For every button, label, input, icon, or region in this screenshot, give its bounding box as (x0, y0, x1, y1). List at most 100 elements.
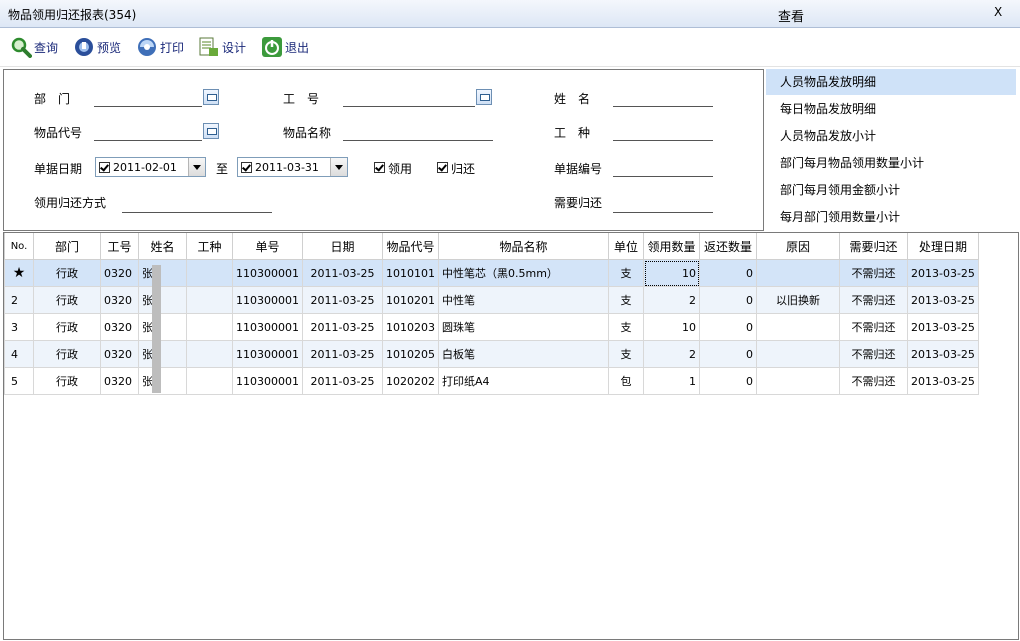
report-list: 人员物品发放明细 每日物品发放明细 人员物品发放小计 部门每月物品领用数量小计 … (764, 69, 1018, 229)
name-label: 姓 名 (554, 92, 591, 106)
to-label: 至 (216, 162, 229, 176)
column-header[interactable]: 需要归还 (839, 233, 908, 260)
close-button[interactable]: X (994, 5, 1002, 19)
cell-itemcode: 1010203 (382, 313, 439, 341)
table-row[interactable]: 5 行政 0320 张 110300001 2011-03-25 1020202… (4, 367, 979, 395)
power-icon (261, 36, 283, 58)
itemcode-picker-icon[interactable] (203, 123, 219, 139)
column-header[interactable]: 工号 (100, 233, 139, 260)
results-table: No. 部门 工号 姓名 工种 单号 日期 物品代号 物品名称 单位 领用数量 … (4, 233, 979, 395)
cell-unit: 支 (608, 313, 644, 341)
cell-docno: 110300001 (232, 286, 303, 314)
cell-need-return: 不需归还 (839, 259, 908, 287)
query-button[interactable]: 查询 (10, 34, 58, 60)
column-header[interactable]: 单号 (232, 233, 303, 260)
cell-unit: 包 (608, 367, 644, 395)
column-header[interactable]: 处理日期 (907, 233, 979, 260)
toolbar: 查询 预览 打印 设计 退出 (0, 28, 1020, 67)
column-header[interactable]: 单位 (608, 233, 644, 260)
column-header[interactable]: 领用数量 (643, 233, 700, 260)
cell-process-date: 2013-03-25 (907, 313, 979, 341)
cell-name: 张 (138, 367, 187, 395)
design-icon (198, 36, 220, 58)
date-from-checkbox[interactable] (99, 161, 110, 173)
report-item[interactable]: 人员物品发放明细 (766, 69, 1016, 95)
column-header[interactable]: 日期 (302, 233, 383, 260)
design-button[interactable]: 设计 (198, 34, 246, 60)
empno-picker-icon[interactable] (476, 89, 492, 105)
column-header[interactable]: 原因 (756, 233, 840, 260)
method-input[interactable] (122, 196, 272, 213)
docno-input[interactable] (613, 160, 713, 177)
cell-date: 2011-03-25 (302, 259, 383, 287)
title-bar: 物品领用归还报表(354) 查看 X (0, 0, 1020, 28)
date-to-picker[interactable]: 2011-03-31 (237, 157, 348, 177)
date-to-value: 2011-03-31 (255, 160, 319, 174)
column-header[interactable]: 部门 (33, 233, 101, 260)
itemcode-input[interactable] (94, 124, 202, 141)
needreturn-input[interactable] (613, 196, 713, 213)
dept-input[interactable] (94, 90, 202, 107)
query-panel: 部 门 工 号 姓 名 物品代号 物品名称 工 种 单据日期 2011-02-0… (3, 69, 764, 231)
column-header[interactable]: 物品名称 (438, 233, 609, 260)
report-item[interactable]: 部门每月领用金额小计 (766, 177, 1016, 203)
borrow-checkbox[interactable]: 领用 (374, 160, 412, 177)
name-input[interactable] (613, 90, 713, 107)
cell-docno: 110300001 (232, 367, 303, 395)
report-item[interactable]: 每月部门领用数量小计 (766, 204, 1016, 230)
view-label: 查看 (778, 10, 805, 25)
column-header[interactable]: No. (4, 233, 34, 260)
date-from-value: 2011-02-01 (113, 160, 177, 174)
cell-return-qty: 0 (699, 313, 757, 341)
cell-date: 2011-03-25 (302, 367, 383, 395)
cell-worktype (186, 367, 233, 395)
chevron-down-icon[interactable] (330, 158, 347, 176)
cell-name: 张 (138, 340, 187, 368)
report-item[interactable]: 每日物品发放明细 (766, 96, 1016, 122)
needreturn-label: 需要归还 (554, 196, 603, 210)
docno-label: 单据编号 (554, 162, 603, 176)
return-checkbox[interactable]: 归还 (437, 160, 475, 177)
preview-button[interactable]: 预览 (73, 34, 121, 60)
cell-worktype (186, 340, 233, 368)
cell-borrow-qty[interactable]: 10 (643, 259, 700, 287)
dept-picker-icon[interactable] (203, 89, 219, 105)
row-indicator-icon: ★ (4, 259, 34, 287)
exit-button[interactable]: 退出 (261, 34, 309, 60)
table-row[interactable]: 3 行政 0320 张 110300001 2011-03-25 1010203… (4, 313, 979, 341)
window-title: 物品领用归还报表(354) (8, 8, 137, 22)
column-header[interactable]: 姓名 (138, 233, 187, 260)
cell-dept: 行政 (33, 259, 101, 287)
cell-itemname: 圆珠笔 (438, 313, 609, 341)
cell-date: 2011-03-25 (302, 286, 383, 314)
worktype-input[interactable] (613, 124, 713, 141)
table-row[interactable]: ★ 行政 0320 张 110300001 2011-03-25 1010101… (4, 259, 979, 287)
print-button[interactable]: 打印 (136, 34, 184, 60)
cell-unit: 支 (608, 340, 644, 368)
column-header[interactable]: 返还数量 (699, 233, 757, 260)
cell-itemcode: 1020202 (382, 367, 439, 395)
report-item[interactable]: 部门每月物品领用数量小计 (766, 150, 1016, 176)
cell-itemname: 打印纸A4 (438, 367, 609, 395)
cell-empno: 0320 (100, 340, 139, 368)
cell-need-return: 不需归还 (839, 367, 908, 395)
report-item[interactable]: 人员物品发放小计 (766, 123, 1016, 149)
worktype-label: 工 种 (554, 126, 591, 140)
table-row[interactable]: 4 行政 0320 张 110300001 2011-03-25 1010205… (4, 340, 979, 368)
empno-input[interactable] (343, 90, 475, 107)
cell-date: 2011-03-25 (302, 340, 383, 368)
table-row[interactable]: 2 行政 0320 张 110300001 2011-03-25 1010201… (4, 286, 979, 314)
column-header[interactable]: 物品代号 (382, 233, 439, 260)
cell-dept: 行政 (33, 286, 101, 314)
itemname-input[interactable] (343, 124, 493, 141)
column-header[interactable]: 工种 (186, 233, 233, 260)
cell-borrow-qty: 2 (643, 340, 700, 368)
chevron-down-icon[interactable] (188, 158, 205, 176)
itemname-label: 物品名称 (283, 126, 332, 140)
date-to-checkbox[interactable] (241, 161, 252, 173)
cell-process-date: 2013-03-25 (907, 259, 979, 287)
cell-no: 5 (4, 367, 34, 395)
cell-unit: 支 (608, 259, 644, 287)
date-from-picker[interactable]: 2011-02-01 (95, 157, 206, 177)
cell-no: 4 (4, 340, 34, 368)
